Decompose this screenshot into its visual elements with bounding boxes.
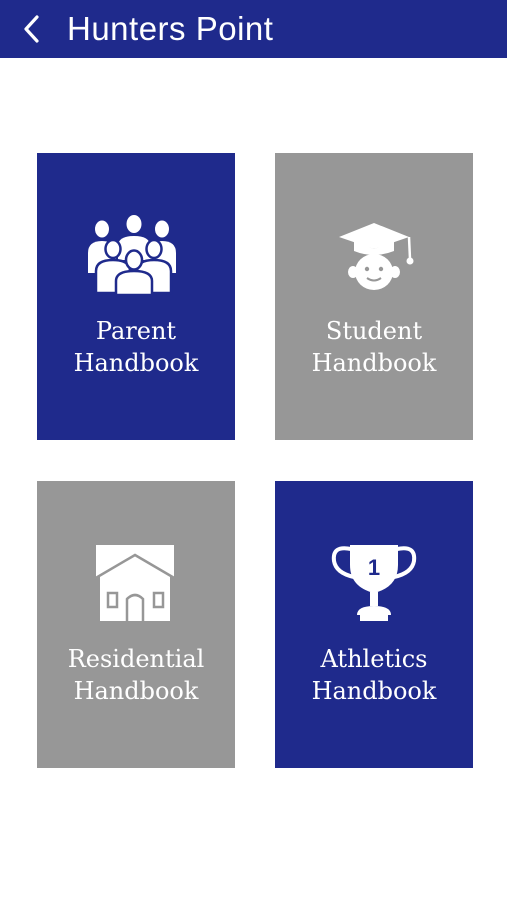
athletics-handbook-tile[interactable]: 1 Athletics Handbook	[275, 481, 473, 768]
page-title: Hunters Point	[67, 10, 274, 47]
residential-handbook-tile[interactable]: Residential Handbook	[37, 481, 235, 768]
tile-label-line2: Handbook	[73, 677, 199, 705]
parents-group-icon	[88, 215, 176, 297]
tile-label: Student Handbook	[275, 315, 473, 379]
top-app-bar: Hunters Point	[0, 0, 507, 58]
student-handbook-tile[interactable]: Student Handbook	[275, 153, 473, 440]
tile-label-line2: Handbook	[311, 677, 437, 705]
tile-label: Athletics Handbook	[275, 643, 473, 707]
back-button[interactable]	[14, 11, 50, 47]
chevron-left-icon	[24, 15, 39, 43]
tile-label-line1: Athletics	[320, 645, 428, 673]
app-screen: Hunters Point Parent Handbook Student Ha…	[0, 0, 507, 900]
trophy-icon: 1	[331, 545, 417, 621]
tile-label-line1: Residential	[67, 645, 205, 673]
tile-label-line2: Handbook	[73, 349, 199, 377]
tile-label-line2: Handbook	[311, 349, 437, 377]
house-icon	[93, 545, 177, 621]
trophy-number: 1	[368, 555, 380, 580]
tile-label: Residential Handbook	[37, 643, 235, 707]
tile-label-line1: Student	[325, 317, 423, 345]
graduate-cap-icon	[339, 223, 414, 290]
parent-handbook-tile[interactable]: Parent Handbook	[37, 153, 235, 440]
tile-label: Parent Handbook	[37, 315, 235, 379]
tile-label-line1: Parent	[95, 317, 177, 345]
